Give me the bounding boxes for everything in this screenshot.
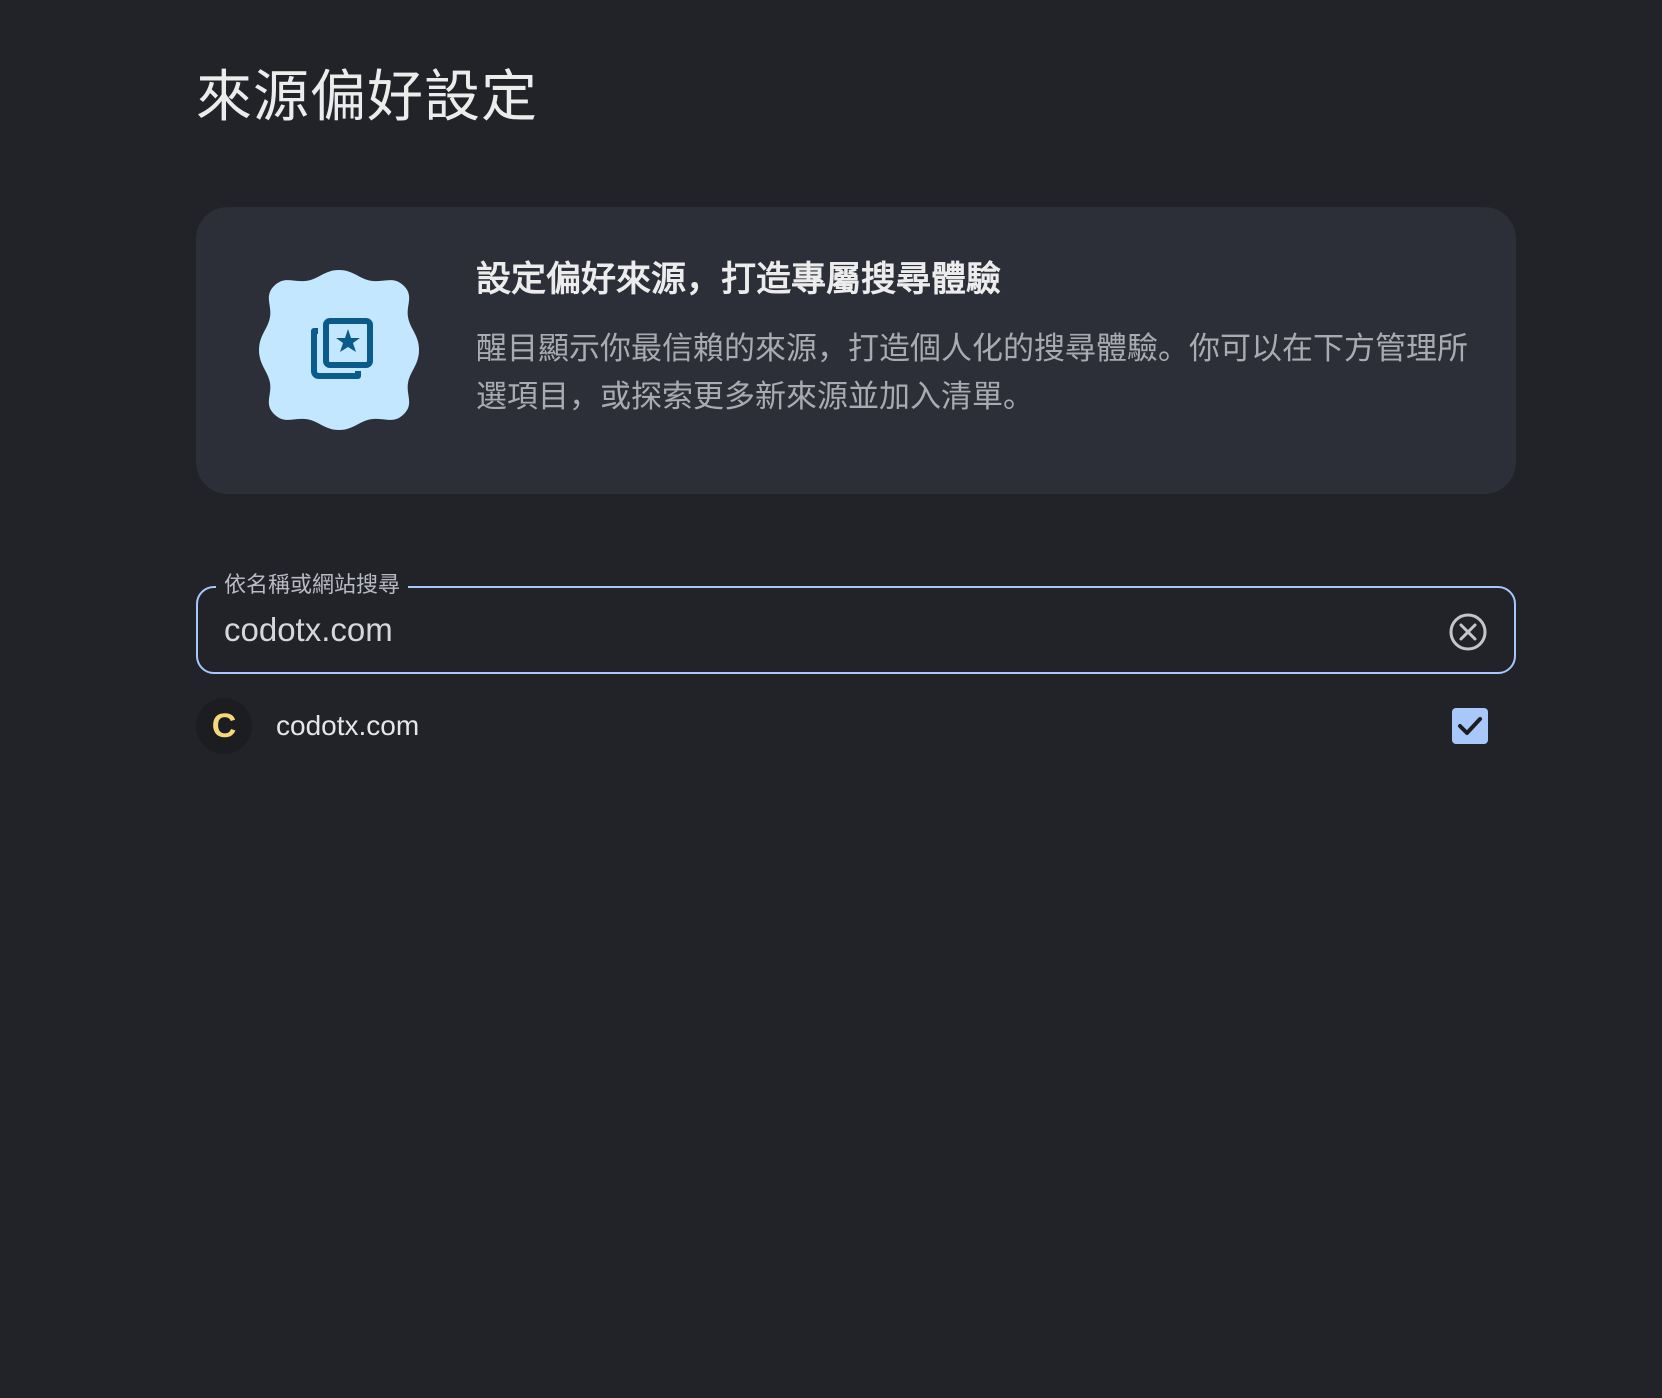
info-card-description: 醒目顯示你最信賴的來源，打造個人化的搜尋體驗。你可以在下方管理所選項目，或探索更… xyxy=(476,331,1468,415)
clear-search-button[interactable] xyxy=(1448,612,1488,652)
info-card: 設定偏好來源，打造專屬搜尋體驗 醒目顯示你最信賴的來源，打造個人化的搜尋體驗。你… xyxy=(196,207,1516,494)
page-title: 來源偏好設定 xyxy=(196,65,538,130)
search-input[interactable]: codotx.com xyxy=(224,610,393,650)
search-field-label: 依名稱或網站搜尋 xyxy=(216,570,409,602)
search-field[interactable]: 依名稱或網站搜尋 codotx.com xyxy=(196,570,1516,674)
list-item[interactable]: C codotx.com xyxy=(196,698,1516,754)
star-photo-stack-icon xyxy=(256,267,422,433)
info-card-heading: 設定偏好來源，打造專屬搜尋體驗 xyxy=(476,260,1002,300)
badge-scalloped-shape xyxy=(259,270,419,430)
source-preferences-page: 來源偏好設定 設定偏好來源，打造專屬搜尋體驗 醒目顯示你最信賴的來源，打造個人化… xyxy=(0,0,1662,1398)
site-checkbox[interactable] xyxy=(1452,708,1488,744)
checkmark-icon xyxy=(1458,717,1482,735)
site-favicon: C xyxy=(196,698,252,754)
site-name: codotx.com xyxy=(276,710,420,741)
clear-circle-icon xyxy=(1449,613,1487,651)
